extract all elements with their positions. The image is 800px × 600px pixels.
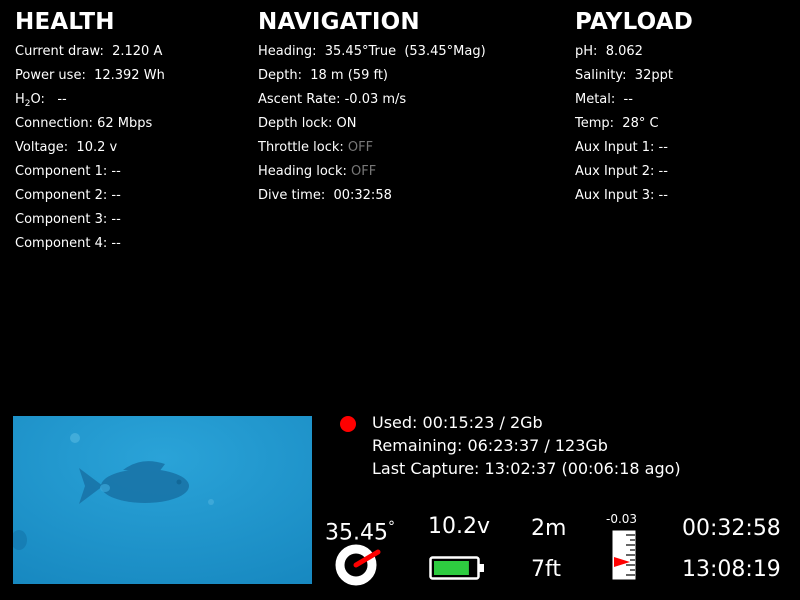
h2o-label-h: H bbox=[15, 92, 25, 107]
voltage-value: 10.2 v bbox=[76, 140, 118, 155]
power-use-row: Power use: 12.392 Wh bbox=[15, 64, 165, 88]
component-4-row: Component 4: -- bbox=[15, 232, 165, 256]
ph-value: 8.062 bbox=[605, 44, 643, 59]
heading-lock-value: OFF bbox=[351, 164, 377, 179]
throttle-lock-label: Throttle lock: bbox=[258, 140, 344, 155]
component-2-row: Component 2: -- bbox=[15, 184, 165, 208]
dive-time-value: 00:32:58 bbox=[333, 188, 392, 203]
ascent-rate-value: -0.03 m/s bbox=[344, 92, 407, 107]
current-draw-label: Current draw: bbox=[15, 44, 104, 59]
recording-used: Used: 00:15:23 / 2Gb bbox=[372, 413, 543, 432]
temp-row: Temp: 28° C bbox=[575, 112, 693, 136]
h2o-row: H2O: -- bbox=[15, 88, 165, 112]
hud-dive-time: 00:32:58 bbox=[682, 516, 781, 541]
depth-lock-value: ON bbox=[336, 116, 357, 131]
heading-lock-label: Heading lock: bbox=[258, 164, 347, 179]
power-use-label: Power use: bbox=[15, 68, 86, 83]
aux-input-2-value: -- bbox=[658, 164, 668, 179]
ph-label: pH: bbox=[575, 44, 598, 59]
recording-last-capture: Last Capture: 13:02:37 (00:06:18 ago) bbox=[372, 459, 681, 478]
health-panel: HEALTH Current draw: 2.120 A Power use: … bbox=[15, 8, 165, 256]
salinity-row: Salinity: 32ppt bbox=[575, 64, 693, 88]
temp-label: Temp: bbox=[575, 116, 615, 131]
component-1-label: Component 1: bbox=[15, 164, 108, 179]
record-indicator-icon[interactable] bbox=[340, 416, 356, 432]
component-3-label: Component 3: bbox=[15, 212, 108, 227]
battery-fill bbox=[434, 561, 469, 575]
aux-input-1-row: Aux Input 1: -- bbox=[575, 136, 693, 160]
h2o-value: -- bbox=[57, 92, 67, 107]
hud-depth-meters: 2m bbox=[531, 516, 567, 541]
aux-input-1-label: Aux Input 1: bbox=[575, 140, 655, 155]
heading-label: Heading: bbox=[258, 44, 317, 59]
ascent-gauge-icon bbox=[612, 530, 636, 580]
throttle-lock-value: OFF bbox=[347, 140, 374, 155]
aux-input-2-label: Aux Input 2: bbox=[575, 164, 655, 179]
hud-heading-degree: ° bbox=[387, 519, 395, 535]
dive-time-label: Dive time: bbox=[258, 188, 326, 203]
temp-value: 28° C bbox=[622, 116, 659, 131]
metal-value: -- bbox=[623, 92, 633, 107]
heading-row: Heading: 35.45°True (53.45°Mag) bbox=[258, 40, 486, 64]
health-title: HEALTH bbox=[15, 9, 115, 35]
salinity-label: Salinity: bbox=[575, 68, 627, 83]
heading-value: 35.45°True (53.45°Mag) bbox=[324, 44, 486, 59]
depth-row: Depth: 18 m (59 ft) bbox=[258, 64, 486, 88]
aux-input-3-row: Aux Input 3: -- bbox=[575, 184, 693, 208]
battery-icon bbox=[429, 556, 484, 580]
compass-icon bbox=[335, 544, 381, 586]
h2o-label-o: O: bbox=[30, 92, 45, 107]
depth-lock-row: Depth lock: ON bbox=[258, 112, 486, 136]
component-4-value: -- bbox=[111, 236, 121, 251]
hud-voltage: 10.2v bbox=[428, 514, 491, 539]
ph-row: pH: 8.062 bbox=[575, 40, 693, 64]
voltage-row: Voltage: 10.2 v bbox=[15, 136, 165, 160]
hud-ascent-rate: -0.03 bbox=[606, 512, 638, 526]
depth-label: Depth: bbox=[258, 68, 302, 83]
recording-remaining: Remaining: 06:23:37 / 123Gb bbox=[372, 436, 608, 455]
connection-value: 62 Mbps bbox=[97, 116, 153, 131]
aux-input-2-row: Aux Input 2: -- bbox=[575, 160, 693, 184]
navigation-panel: NAVIGATION Heading: 35.45°True (53.45°Ma… bbox=[258, 8, 486, 208]
component-3-row: Component 3: -- bbox=[15, 208, 165, 232]
component-2-label: Component 2: bbox=[15, 188, 108, 203]
hud-clock: 13:08:19 bbox=[682, 557, 781, 582]
payload-panel: PAYLOAD pH: 8.062 Salinity: 32ppt Metal:… bbox=[575, 8, 693, 208]
payload-title: PAYLOAD bbox=[575, 9, 694, 35]
heading-lock-row: Heading lock: OFF bbox=[258, 160, 486, 184]
voltage-label: Voltage: bbox=[15, 140, 69, 155]
connection-label: Connection: bbox=[15, 116, 93, 131]
aux-input-1-value: -- bbox=[658, 140, 668, 155]
component-2-value: -- bbox=[111, 188, 121, 203]
hud-depth-feet: 7ft bbox=[531, 557, 561, 582]
component-4-label: Component 4: bbox=[15, 236, 108, 251]
aux-input-3-value: -- bbox=[658, 188, 668, 203]
component-1-row: Component 1: -- bbox=[15, 160, 165, 184]
component-3-value: -- bbox=[111, 212, 121, 227]
connection-row: Connection: 62 Mbps bbox=[15, 112, 165, 136]
depth-lock-label: Depth lock: bbox=[258, 116, 333, 131]
current-draw-value: 2.120 A bbox=[112, 44, 163, 59]
dive-time-row: Dive time: 00:32:58 bbox=[258, 184, 486, 208]
depth-value: 18 m (59 ft) bbox=[310, 68, 388, 83]
aux-input-3-label: Aux Input 3: bbox=[575, 188, 655, 203]
salinity-value: 32ppt bbox=[634, 68, 673, 83]
underwater-fish-image bbox=[13, 416, 312, 584]
throttle-lock-row: Throttle lock: OFF bbox=[258, 136, 486, 160]
navigation-title: NAVIGATION bbox=[258, 9, 420, 35]
camera-feed[interactable] bbox=[13, 416, 312, 584]
metal-row: Metal: -- bbox=[575, 88, 693, 112]
ascent-rate-row: Ascent Rate: -0.03 m/s bbox=[258, 88, 486, 112]
power-use-value: 12.392 Wh bbox=[94, 68, 165, 83]
metal-label: Metal: bbox=[575, 92, 616, 107]
current-draw-row: Current draw: 2.120 A bbox=[15, 40, 165, 64]
component-1-value: -- bbox=[111, 164, 121, 179]
ascent-rate-label: Ascent Rate: bbox=[258, 92, 341, 107]
